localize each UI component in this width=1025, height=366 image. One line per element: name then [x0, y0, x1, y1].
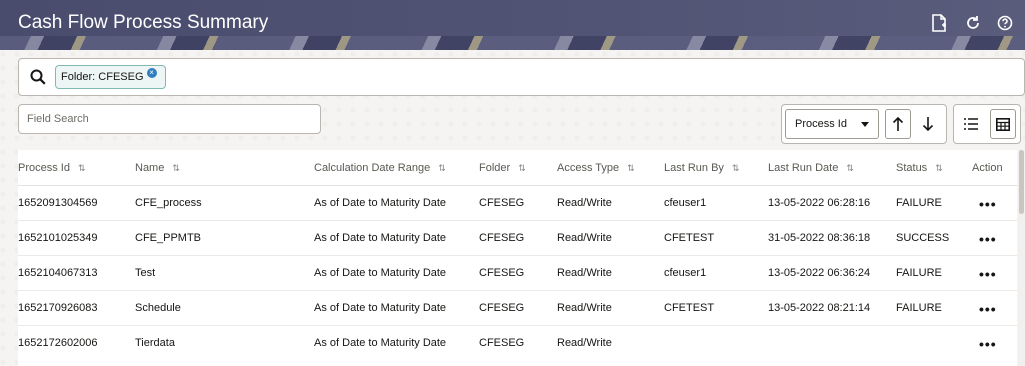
- sort-icon: ⇅: [172, 163, 180, 173]
- row-actions-menu-icon[interactable]: •••: [979, 301, 997, 317]
- cell-calculation-date-range: As of Date to Maturity Date: [314, 302, 447, 314]
- cell-process-id: 1652170926083: [18, 302, 98, 314]
- table-row[interactable]: 1652172602006 Tierdata As of Date to Mat…: [18, 326, 1017, 361]
- cell-access-type: Read/Write: [557, 267, 612, 279]
- table-row[interactable]: 1652170926083 Schedule As of Date to Mat…: [18, 291, 1017, 326]
- cell-process-id: 1652101025349: [18, 232, 98, 244]
- column-header-last-run-date[interactable]: Last Run Date ⇅: [768, 162, 854, 174]
- cell-status: FAILURE: [896, 197, 942, 209]
- scrollbar-thumb[interactable]: [1019, 150, 1024, 214]
- folder-filter-chip[interactable]: Folder: CFESEG ×: [55, 65, 166, 89]
- cell-folder: CFESEG: [479, 267, 525, 279]
- sort-icon: ⇅: [731, 163, 740, 173]
- cell-last-run-by: CFETEST: [664, 302, 715, 314]
- cell-access-type: Read/Write: [557, 337, 612, 349]
- column-header-process-id[interactable]: Process Id ⇅: [18, 162, 86, 174]
- row-actions-menu-icon[interactable]: •••: [979, 231, 997, 247]
- arrow-down-icon: [922, 117, 934, 132]
- cell-last-run-date: 31-05-2022 08:36:18: [768, 232, 871, 244]
- cell-status: SUCCESS: [896, 232, 950, 244]
- column-header-folder[interactable]: Folder ⇅: [479, 162, 526, 174]
- field-search-input[interactable]: Field Search: [18, 104, 321, 134]
- sort-descending-button[interactable]: [915, 109, 941, 139]
- list-icon: [964, 118, 978, 130]
- cell-last-run-date: 13-05-2022 08:21:14: [768, 302, 871, 314]
- column-header-status[interactable]: Status ⇅: [896, 162, 943, 174]
- cell-calculation-date-range: As of Date to Maturity Date: [314, 267, 447, 279]
- sort-icon: ⇅: [846, 163, 854, 173]
- cell-last-run-by: cfeuser1: [664, 267, 707, 279]
- table-header: Process Id ⇅ Name ⇅ Calculation Date Range…: [18, 150, 1017, 186]
- cell-access-type: Read/Write: [557, 197, 612, 209]
- sort-icon: ⇅: [438, 163, 446, 173]
- cell-name: Test: [135, 267, 156, 279]
- column-header-name[interactable]: Name ⇅: [135, 162, 180, 174]
- row-actions-menu-icon[interactable]: •••: [979, 336, 997, 352]
- cell-folder: CFESEG: [479, 337, 525, 349]
- cell-name: CFE_PPMTB: [135, 232, 202, 244]
- row-actions-menu-icon[interactable]: •••: [979, 266, 997, 282]
- column-header-access-type[interactable]: Access Type ⇅: [557, 162, 635, 174]
- column-header-last-run-by[interactable]: Last Run By ⇅: [664, 162, 739, 174]
- page-title: Cash Flow Process Summary: [18, 12, 269, 33]
- cell-access-type: Read/Write: [557, 232, 612, 244]
- cell-folder: CFESEG: [479, 232, 525, 244]
- cell-process-id: 1652104067313: [18, 267, 98, 279]
- close-icon[interactable]: ×: [146, 68, 157, 78]
- list-view-button[interactable]: [958, 109, 984, 139]
- filter-search-bar[interactable]: Folder: CFESEG ×: [18, 58, 1025, 96]
- table-row[interactable]: 1652091304569 CFE_process As of Date to …: [18, 186, 1017, 221]
- row-actions-menu-icon[interactable]: •••: [979, 196, 997, 212]
- table-row[interactable]: 1652101025349 CFE_PPMTB As of Date to Ma…: [18, 221, 1017, 256]
- header-decorative-band: [0, 36, 1025, 50]
- sort-controls: Process Id: [781, 104, 947, 144]
- sort-icon: ⇅: [935, 163, 943, 173]
- cell-status: FAILURE: [896, 267, 942, 279]
- column-header-calculation-date-range[interactable]: Calculation Date Range ⇅: [314, 162, 446, 174]
- sort-icon: ⇅: [627, 163, 635, 173]
- cell-process-id: 1652172602006: [18, 337, 98, 349]
- cell-name: Tierdata: [135, 337, 175, 349]
- cell-name: CFE_process: [135, 197, 202, 209]
- column-header-action: Action: [972, 162, 1003, 174]
- table-scrollbar[interactable]: [1018, 150, 1025, 366]
- cell-last-run-date: 13-05-2022 06:28:16: [768, 197, 871, 209]
- table-row[interactable]: 1652104067313 Test As of Date to Maturit…: [18, 256, 1017, 291]
- cell-access-type: Read/Write: [557, 302, 612, 314]
- cell-last-run-by: cfeuser1: [664, 197, 707, 209]
- cell-calculation-date-range: As of Date to Maturity Date: [314, 197, 447, 209]
- arrow-up-icon: [892, 116, 904, 131]
- cell-last-run-date: 13-05-2022 06:36:24: [768, 267, 871, 279]
- grid-icon: [996, 117, 1010, 131]
- cell-folder: CFESEG: [479, 197, 525, 209]
- export-icon[interactable]: [929, 13, 949, 33]
- help-icon[interactable]: [995, 13, 1015, 33]
- sort-by-select[interactable]: Process Id: [785, 109, 879, 139]
- filter-chip-label: Folder: CFESEG: [61, 71, 144, 83]
- search-icon: [29, 68, 47, 86]
- sort-ascending-button[interactable]: [885, 109, 911, 139]
- cell-calculation-date-range: As of Date to Maturity Date: [314, 337, 447, 349]
- cell-status: FAILURE: [896, 302, 942, 314]
- refresh-icon[interactable]: [963, 13, 983, 33]
- cell-calculation-date-range: As of Date to Maturity Date: [314, 232, 447, 244]
- chevron-down-icon: [861, 122, 869, 127]
- cell-process-id: 1652091304569: [18, 197, 98, 209]
- sort-by-value: Process Id: [795, 118, 847, 130]
- cell-name: Schedule: [135, 302, 181, 314]
- process-table: Process Id ⇅ Name ⇅ Calculation Date Range…: [18, 150, 1017, 366]
- table-view-button[interactable]: [990, 109, 1016, 139]
- sort-icon: ⇅: [77, 163, 86, 173]
- cell-last-run-by: CFETEST: [664, 232, 715, 244]
- cell-folder: CFESEG: [479, 302, 525, 314]
- sort-icon: ⇅: [518, 163, 526, 173]
- view-toggle: [953, 104, 1021, 144]
- page-header: Cash Flow Process Summary: [0, 0, 1025, 50]
